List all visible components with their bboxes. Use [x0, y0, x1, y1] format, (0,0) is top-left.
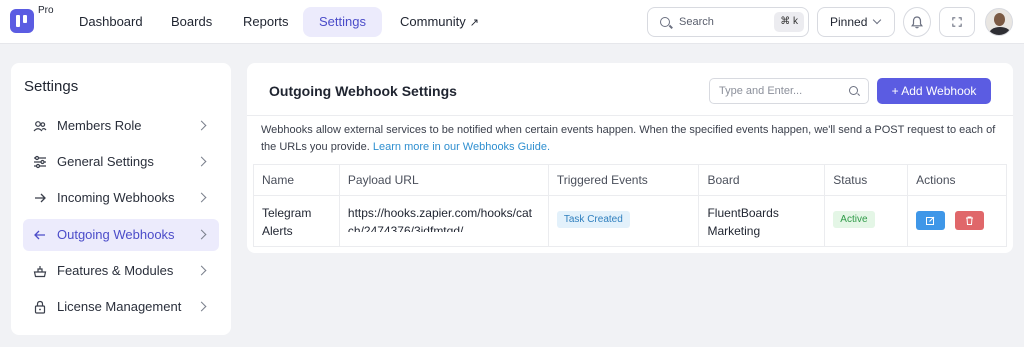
fullscreen-icon	[952, 17, 962, 27]
nav-community-label: Community	[400, 14, 466, 29]
edit-icon	[926, 216, 935, 225]
chevron-right-icon	[196, 156, 207, 167]
page-title: Outgoing Webhook Settings	[269, 83, 457, 99]
description-text: Webhooks allow external services to be n…	[261, 124, 996, 153]
edit-webhook-button[interactable]	[916, 211, 946, 230]
search-label: Search	[679, 16, 714, 28]
sidebar-item-label: Features & Modules	[57, 263, 174, 278]
sliders-icon	[33, 155, 47, 169]
nav-dashboard[interactable]: Dashboard	[63, 7, 159, 37]
webhooks-table: Name Payload URL Triggered Events Board …	[253, 164, 1007, 247]
nav-community[interactable]: Community ↗	[384, 7, 495, 37]
members-icon	[33, 119, 47, 133]
delete-webhook-button[interactable]	[954, 211, 984, 230]
column-header-status: Status	[824, 164, 909, 196]
chevron-right-icon	[196, 192, 207, 203]
chevron-right-icon	[196, 120, 207, 131]
settings-sidebar: Settings Members Role General Settings I…	[11, 63, 231, 335]
search-shortcut: ⌘ k	[774, 12, 804, 32]
sidebar-item-license-management[interactable]: License Management	[23, 291, 219, 323]
bell-icon	[911, 16, 923, 29]
webhook-description: Webhooks allow external services to be n…	[261, 122, 1003, 156]
sidebar-item-label: License Management	[57, 299, 182, 314]
chevron-down-icon	[872, 15, 882, 25]
webhook-search	[709, 78, 869, 104]
column-header-actions: Actions	[907, 164, 1007, 196]
pinned-dropdown[interactable]: Pinned	[817, 7, 895, 37]
board-name: FluentBoards Marketing	[698, 195, 826, 247]
user-avatar[interactable]	[985, 8, 1013, 36]
top-navigation-bar: Pro Dashboard Boards Reports Settings Co…	[0, 0, 1024, 44]
nav-dashboard-label: Dashboard	[79, 14, 143, 29]
nav-settings[interactable]: Settings	[303, 7, 382, 37]
sidebar-item-features-modules[interactable]: Features & Modules	[23, 255, 219, 287]
table-row: Telegram Alerts https://hooks.zapier.com…	[253, 195, 1007, 247]
column-header-board: Board	[698, 164, 826, 196]
column-header-name: Name	[253, 164, 340, 196]
sidebar-item-general-settings[interactable]: General Settings	[23, 146, 219, 178]
app-logo[interactable]	[10, 9, 34, 33]
actions-cell	[907, 195, 1007, 247]
nav-reports-label: Reports	[243, 14, 289, 29]
nav-reports[interactable]: Reports	[227, 7, 305, 37]
sidebar-item-incoming-webhooks[interactable]: Incoming Webhooks	[23, 182, 219, 214]
sidebar-item-label: Members Role	[57, 118, 142, 133]
sidebar-item-outgoing-webhooks[interactable]: Outgoing Webhooks	[23, 219, 219, 251]
status-cell: Active	[824, 195, 909, 247]
nav-settings-label: Settings	[319, 14, 366, 29]
chevron-right-icon	[196, 229, 207, 240]
triggered-events-cell: Task Created	[547, 195, 700, 247]
modules-icon	[33, 264, 47, 278]
table-header-row: Name Payload URL Triggered Events Board …	[253, 164, 1007, 196]
status-badge: Active	[833, 211, 875, 228]
sidebar-title: Settings	[24, 78, 79, 95]
webhooks-guide-link[interactable]: Learn more in our Webhooks Guide.	[373, 141, 550, 153]
add-webhook-button[interactable]: + Add Webhook	[877, 78, 991, 104]
lock-icon	[33, 300, 47, 314]
sidebar-item-label: General Settings	[57, 154, 154, 169]
chevron-right-icon	[196, 301, 207, 312]
webhook-name: Telegram Alerts	[253, 195, 340, 247]
notifications-button[interactable]	[903, 7, 931, 37]
column-header-triggered-events: Triggered Events	[547, 164, 700, 196]
sidebar-item-members-role[interactable]: Members Role	[23, 110, 219, 142]
payload-url: https://hooks.zapier.com/hooks/catch/247…	[347, 206, 533, 232]
pinned-label: Pinned	[830, 15, 868, 29]
header-divider	[247, 115, 1013, 116]
external-link-icon: ↗	[469, 17, 479, 29]
column-header-payload-url: Payload URL	[338, 164, 549, 196]
payload-url-cell: https://hooks.zapier.com/hooks/catch/247…	[338, 195, 549, 247]
webhook-settings-panel: Outgoing Webhook Settings + Add Webhook …	[247, 63, 1013, 253]
sidebar-item-label: Incoming Webhooks	[57, 190, 175, 205]
pro-label: Pro	[38, 5, 54, 16]
nav-boards[interactable]: Boards	[155, 7, 228, 37]
event-badge: Task Created	[556, 211, 630, 228]
webhook-search-input[interactable]	[710, 79, 846, 103]
chevron-right-icon	[196, 265, 207, 276]
search-icon	[849, 86, 858, 95]
trash-icon	[965, 216, 973, 225]
nav-boards-label: Boards	[171, 14, 213, 29]
fullscreen-button[interactable]	[939, 7, 975, 37]
sidebar-item-label: Outgoing Webhooks	[57, 227, 175, 242]
search-icon	[660, 17, 670, 27]
arrow-right-icon	[33, 191, 47, 205]
global-search[interactable]: Search ⌘ k	[647, 7, 809, 37]
arrow-left-icon	[33, 228, 47, 242]
